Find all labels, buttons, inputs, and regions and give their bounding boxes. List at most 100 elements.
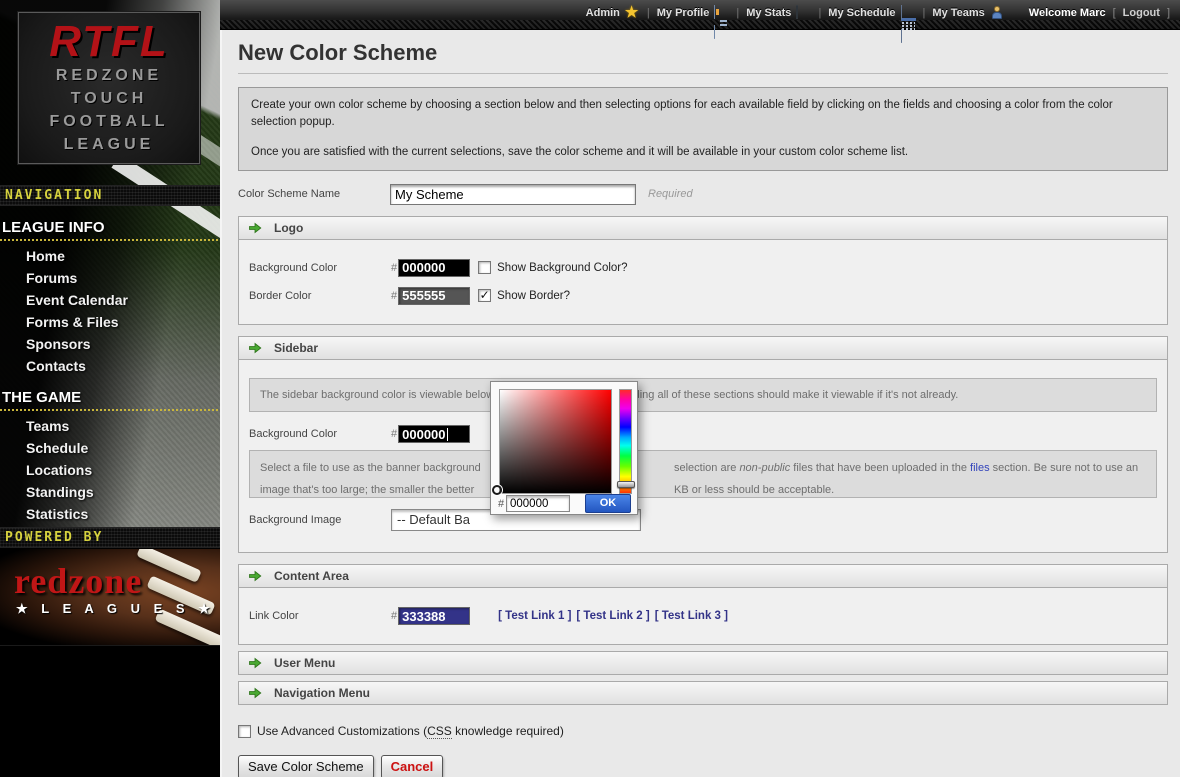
sidebar-item-forums[interactable]: Forums xyxy=(0,267,220,289)
sidebar-item-schedule[interactable]: Schedule xyxy=(0,437,220,459)
nav-section-the-game: THE GAME xyxy=(0,387,218,411)
use-advanced-customizations-checkbox[interactable] xyxy=(238,725,251,738)
topbar-item-my-teams[interactable]: My Teams xyxy=(932,6,1003,20)
hex-value: 000000 xyxy=(402,427,445,442)
files-link[interactable]: files xyxy=(970,462,990,474)
section-logo-header[interactable]: Logo xyxy=(238,216,1168,240)
redzone-wordmark: redzone xyxy=(14,563,142,599)
sidebar-item-sponsors[interactable]: Sponsors xyxy=(0,333,220,355)
logout-button[interactable]: Logout xyxy=(1123,7,1160,19)
redzone-leagues-logo[interactable]: redzone ★ L E A G U E S ★ xyxy=(0,549,220,646)
league-logo-line: TOUCH xyxy=(71,87,148,110)
title-divider xyxy=(238,73,1168,74)
sidebar-item-locations[interactable]: Locations xyxy=(0,459,220,481)
checkbox-label: Show Background Color? xyxy=(497,262,627,274)
sidebar-navigation: LEAGUE INFO Home Forums Event Calendar F… xyxy=(0,207,220,525)
saturation-value-gradient[interactable] xyxy=(499,389,612,494)
logout-bracket: [ xyxy=(1113,7,1116,19)
show-border-checkbox[interactable]: ✓ xyxy=(478,289,491,302)
sidebar-background-color-input[interactable]: 000000 xyxy=(398,425,470,443)
sidebar-item-home[interactable]: Home xyxy=(0,245,220,267)
required-note: Required xyxy=(648,188,693,200)
logout-bracket: ] xyxy=(1167,7,1170,19)
sidebar-item-standings[interactable]: Standings xyxy=(0,481,220,503)
topbar-separator: | xyxy=(736,7,739,19)
color-scheme-name-label: Color Scheme Name xyxy=(238,188,390,200)
logo-border-color-input[interactable]: 555555 xyxy=(398,287,470,305)
section-navigation-menu-header[interactable]: Navigation Menu xyxy=(238,681,1168,705)
hex-hash: # xyxy=(391,610,397,622)
section-logo-body: Background Color # 000000 Show Backgroun… xyxy=(238,240,1168,325)
hue-slider-handle[interactable] xyxy=(617,481,635,488)
note-fragment: selection are non-public files that have… xyxy=(674,460,1138,477)
star-icon: ★ xyxy=(625,6,640,20)
save-color-scheme-button[interactable]: Save Color Scheme xyxy=(238,755,374,777)
note-fragment: KB or less should be acceptable. xyxy=(674,482,834,498)
test-link-2[interactable]: [ Test Link 2 ] xyxy=(576,610,649,622)
section-content-area-body: Link Color # 333388 [ Test Link 1 ] [ Te… xyxy=(238,588,1168,645)
test-link-1[interactable]: [ Test Link 1 ] xyxy=(498,610,571,622)
show-background-color-checkbox[interactable] xyxy=(478,261,491,274)
sidebar-item-statistics[interactable]: Statistics xyxy=(0,503,220,525)
nav-list-league-info: Home Forums Event Calendar Forms & Files… xyxy=(0,245,220,377)
green-arrow-icon xyxy=(248,569,262,583)
css-abbr: CSS xyxy=(427,724,452,739)
league-logo[interactable]: RTFL REDZONE TOUCH FOOTBALL LEAGUE xyxy=(18,12,200,164)
advanced-customizations-label: Use Advanced Customizations (CSS knowled… xyxy=(257,724,564,738)
section-navigation-menu-title: Navigation Menu xyxy=(274,686,370,700)
id-card-icon xyxy=(714,6,729,20)
picker-ok-button[interactable]: OK xyxy=(585,494,631,513)
person-icon xyxy=(990,6,1004,20)
color-picker-popup: # OK xyxy=(490,381,638,515)
section-sidebar-body: The sidebar background color is viewable… xyxy=(238,360,1168,554)
navigation-band: NAVIGATION xyxy=(0,185,220,206)
hex-hash: # xyxy=(391,290,397,302)
calculator-icon xyxy=(796,6,811,20)
powered-by-band: POWERED BY xyxy=(0,527,220,548)
sidebar-item-forms-files[interactable]: Forms & Files xyxy=(0,311,220,333)
banner-background-note: Select a file to use as the banner backg… xyxy=(249,450,1157,498)
page: RTFL REDZONE TOUCH FOOTBALL LEAGUE NAVIG… xyxy=(0,0,1180,777)
link-color-input[interactable]: 333388 xyxy=(398,607,470,625)
leagues-wordmark: ★ L E A G U E S ★ xyxy=(16,601,215,617)
note-fragment: image that's too large; the smaller the … xyxy=(260,482,474,498)
section-logo-title: Logo xyxy=(274,221,303,235)
topbar-item-label: My Profile xyxy=(657,7,710,19)
topbar-item-label: Admin xyxy=(586,7,620,19)
color-scheme-name-input[interactable] xyxy=(390,184,636,205)
topbar-item-my-schedule[interactable]: My Schedule xyxy=(828,6,915,20)
color-scheme-name-row: Color Scheme Name Required xyxy=(238,184,1168,205)
test-link-3[interactable]: [ Test Link 3 ] xyxy=(655,610,728,622)
topbar-item-my-profile[interactable]: My Profile xyxy=(657,6,730,20)
sidebar-item-teams[interactable]: Teams xyxy=(0,415,220,437)
sidebar-note: The sidebar background color is viewable… xyxy=(249,378,1157,413)
topbar-separator: | xyxy=(647,7,650,19)
calendar-icon xyxy=(901,6,916,20)
topbar-menu: Admin ★ | My Profile | My Stats | My Sch… xyxy=(220,0,1180,22)
test-links: [ Test Link 1 ] [ Test Link 2 ] [ Test L… xyxy=(498,610,728,622)
intro-paragraph: Create your own color scheme by choosing… xyxy=(251,97,1155,132)
topbar-item-my-stats[interactable]: My Stats xyxy=(746,6,811,20)
cancel-button[interactable]: Cancel xyxy=(381,755,444,777)
field-label: Background Color xyxy=(249,428,391,440)
topbar-separator: | xyxy=(818,7,821,19)
color-selector-handle[interactable] xyxy=(492,485,502,495)
section-navigation-menu: Navigation Menu xyxy=(238,681,1168,705)
picker-hex-input[interactable] xyxy=(506,495,570,512)
topbar-item-admin[interactable]: Admin ★ xyxy=(586,6,640,20)
intro-paragraph: Once you are satisfied with the current … xyxy=(251,144,1155,161)
topbar-item-label: My Schedule xyxy=(828,7,895,19)
background-image-row: Background Image -- Default Ba xyxy=(249,508,1157,532)
section-user-menu-header[interactable]: User Menu xyxy=(238,651,1168,675)
section-content-area: Content Area Link Color # 333388 [ Test … xyxy=(238,564,1168,645)
welcome-text: Welcome Marc xyxy=(1029,7,1106,19)
sidebar-item-contacts[interactable]: Contacts xyxy=(0,355,220,377)
sidebar-item-event-calendar[interactable]: Event Calendar xyxy=(0,289,220,311)
link-color-row: Link Color # 333388 [ Test Link 1 ] [ Te… xyxy=(249,604,1157,628)
hue-slider[interactable] xyxy=(619,389,632,494)
section-sidebar-header[interactable]: Sidebar xyxy=(238,336,1168,360)
section-content-area-header[interactable]: Content Area xyxy=(238,564,1168,588)
league-logo-line: FOOTBALL xyxy=(49,110,168,133)
logo-background-color-input[interactable]: 000000 xyxy=(398,259,470,277)
topbar: Admin ★ | My Profile | My Stats | My Sch… xyxy=(220,0,1180,30)
